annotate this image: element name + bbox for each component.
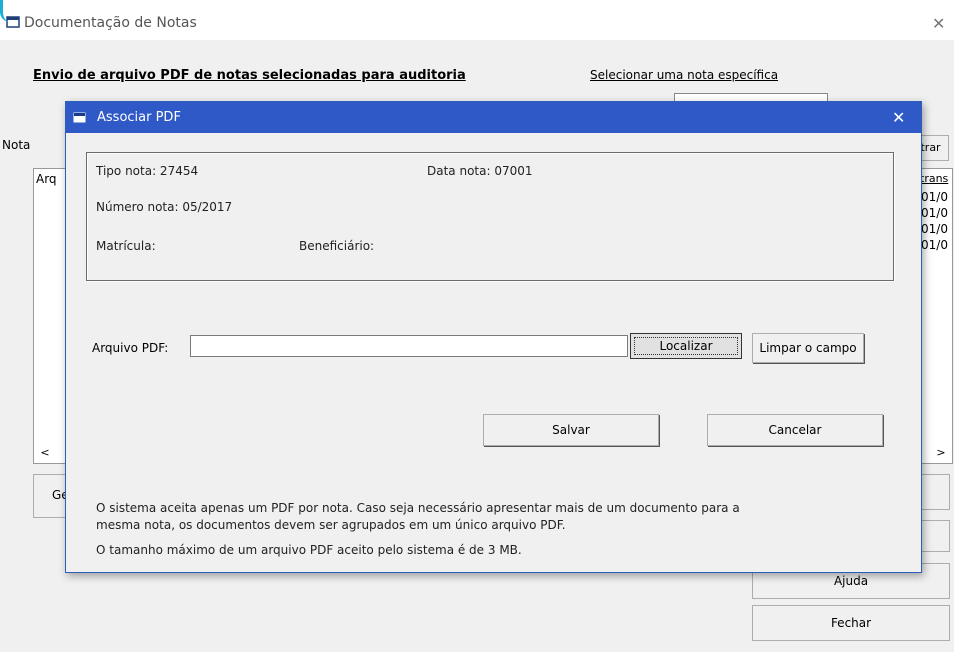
list-cell-date: 01/0 <box>921 206 948 220</box>
list-cell-date: 01/0 <box>921 238 948 252</box>
envio-heading: Envio de arquivo PDF de notas selecionad… <box>33 68 466 83</box>
limpar-campo-button[interactable]: Limpar o campo <box>752 333 864 363</box>
edge-cursor-mark <box>0 0 11 22</box>
matricula-label: Matrícula: <box>96 239 156 253</box>
list-cell-date: 01/0 <box>921 190 948 204</box>
info-text-line-3: O tamanho máximo de um arquivo PDF aceit… <box>96 543 522 557</box>
column-header-transmissao[interactable]: trans <box>920 172 948 185</box>
dialog-window-icon <box>73 112 86 123</box>
fechar-button[interactable]: Fechar <box>752 605 950 641</box>
notas-label: Nota <box>2 138 31 152</box>
info-text-line-2: mesma nota, os documentos devem ser agru… <box>96 518 566 532</box>
scroll-right-icon[interactable]: > <box>930 444 952 462</box>
dialog-title: Associar PDF <box>97 110 181 125</box>
tipo-nota-text: Tipo nota: 27454 <box>96 164 199 178</box>
select-specific-note-link[interactable]: Selecionar uma nota específica <box>590 68 778 82</box>
localizar-button[interactable]: Localizar <box>630 333 742 359</box>
main-close-icon[interactable]: ✕ <box>932 14 945 33</box>
main-window-title: Documentação de Notas <box>24 15 197 31</box>
beneficiario-label: Beneficiário: <box>299 239 375 253</box>
localizar-button-label: Localizar <box>634 337 738 355</box>
info-text-line-1: O sistema aceita apenas um PDF por nota.… <box>96 501 740 515</box>
scroll-left-icon[interactable]: < <box>34 444 56 462</box>
dialog-titlebar <box>66 102 921 133</box>
salvar-button[interactable]: Salvar <box>483 414 659 446</box>
arquivo-pdf-label: Arquivo PDF: <box>92 341 169 355</box>
data-nota-text: Data nota: 07001 <box>427 164 533 178</box>
column-header-arquivo[interactable]: Arq <box>36 172 57 186</box>
list-cell-date: 01/0 <box>921 222 948 236</box>
arquivo-pdf-input[interactable] <box>190 335 628 357</box>
dialog-close-icon[interactable]: ✕ <box>892 108 905 127</box>
numero-nota-text: Número nota: 05/2017 <box>96 200 233 214</box>
cancelar-button[interactable]: Cancelar <box>707 414 883 446</box>
